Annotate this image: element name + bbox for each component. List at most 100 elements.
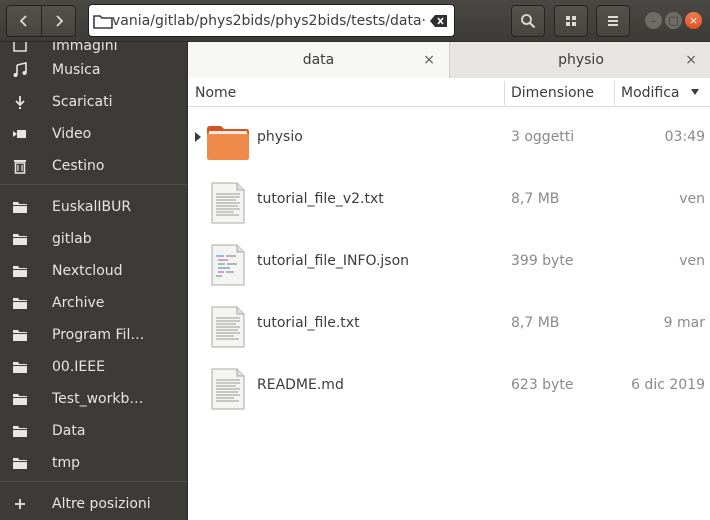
sidebar-item-label: Cestino — [52, 158, 105, 174]
text-file-icon — [211, 306, 245, 348]
tab-physio[interactable]: physio × — [451, 42, 710, 78]
sidebar-item-label: EuskalIBUR — [52, 199, 132, 215]
navigation-buttons — [6, 5, 76, 37]
file-row-tutorial-file-v2[interactable]: tutorial_file_v2.txt 8,7 MB ven — [188, 169, 710, 231]
hamburger-menu-icon — [608, 16, 618, 26]
file-row-tutorial-file[interactable]: tutorial_file.txt 8,7 MB 9 mar — [188, 293, 710, 355]
chevron-left-icon — [19, 15, 27, 27]
sidebar-item-label: Video — [52, 126, 92, 142]
sidebar-item-tmp[interactable]: tmp — [0, 447, 187, 479]
file-size: 623 byte — [511, 377, 574, 393]
column-header: Nome Dimensione Modifica — [188, 78, 710, 107]
column-label: Dimensione — [511, 84, 595, 101]
file-name: tutorial_file.txt — [257, 315, 360, 331]
sidebar-item-nextcloud[interactable]: Nextcloud — [0, 255, 187, 287]
sidebar-item-label: Altre posizioni — [52, 496, 151, 512]
column-label: Modifica — [621, 84, 680, 101]
sidebar-item-program-files[interactable]: Program Fil… — [0, 319, 187, 351]
file-modified: 03:49 — [664, 129, 705, 145]
sidebar-item-musica[interactable]: Musica — [0, 54, 187, 86]
plus-icon — [11, 495, 29, 513]
sidebar-item-cestino[interactable]: Cestino — [0, 150, 187, 182]
sidebar-item-scaricati[interactable]: Scaricati — [0, 86, 187, 118]
column-size-header[interactable]: Dimensione — [511, 78, 594, 107]
sidebar-item-gitlab[interactable]: gitlab — [0, 223, 187, 255]
folder-icon — [11, 262, 29, 280]
clear-icon[interactable] — [430, 14, 448, 28]
tab-label: physio — [558, 52, 604, 68]
sidebar: Immagini Musica Scaricati Video Cestino … — [0, 42, 187, 520]
sidebar-item-label: Musica — [52, 62, 101, 78]
maximize-button[interactable]: □ — [665, 12, 682, 29]
folder-icon — [207, 126, 249, 160]
sidebar-separator — [0, 184, 187, 185]
search-button[interactable] — [511, 5, 545, 37]
expand-arrow-icon[interactable] — [194, 132, 202, 142]
column-label: Nome — [195, 84, 237, 101]
close-tab-icon[interactable]: × — [423, 52, 435, 68]
file-size: 3 oggetti — [511, 129, 575, 145]
file-row-readme[interactable]: README.md 623 byte 6 dic 2019 — [188, 355, 710, 417]
column-separator[interactable] — [504, 81, 505, 105]
location-path[interactable]: ·ivania/gitlab/phys2bids/phys2bids/tests… — [113, 13, 426, 29]
folder-icon — [11, 454, 29, 472]
column-name-header[interactable]: Nome — [195, 78, 236, 107]
file-row-tutorial-file-info-json[interactable]: tutorial_file_INFO.json 399 byte ven — [188, 231, 710, 293]
minimize-button[interactable]: – — [645, 12, 662, 29]
folder-icon — [11, 390, 29, 408]
sort-descending-icon — [691, 89, 699, 95]
trash-icon — [11, 157, 29, 175]
download-icon — [11, 93, 29, 111]
sidebar-separator — [0, 481, 187, 482]
file-modified: ven — [679, 253, 705, 269]
grid-view-icon — [566, 16, 576, 26]
header-bar: ·ivania/gitlab/phys2bids/phys2bids/tests… — [0, 0, 710, 42]
file-modified: ven — [679, 191, 705, 207]
file-name: tutorial_file_v2.txt — [257, 191, 384, 207]
file-name: tutorial_file_INFO.json — [257, 253, 410, 269]
chevron-right-icon — [55, 15, 63, 27]
sidebar-item-label: tmp — [52, 455, 81, 471]
sidebar-item-label: Nextcloud — [52, 263, 123, 279]
folder-icon — [11, 326, 29, 344]
sidebar-item-label: Archive — [52, 295, 105, 311]
close-icon: × — [688, 14, 699, 27]
sidebar-item-test-workbench[interactable]: Test_workb… — [0, 383, 187, 415]
sidebar-item-other-locations[interactable]: Altre posizioni — [0, 488, 187, 520]
file-modified: 9 mar — [663, 315, 705, 331]
sidebar-item-video[interactable]: Video — [0, 118, 187, 150]
sidebar-item-data[interactable]: Data — [0, 415, 187, 447]
folder-icon — [11, 198, 29, 216]
close-window-button[interactable]: × — [685, 12, 702, 29]
file-name: physio — [257, 129, 303, 145]
file-name: README.md — [257, 377, 344, 393]
forward-button[interactable] — [41, 6, 75, 36]
file-row-physio[interactable]: physio 3 oggetti 03:49 — [188, 107, 710, 169]
sidebar-item-label: Scaricati — [52, 94, 113, 110]
video-icon — [11, 125, 29, 143]
sidebar-item-label: 00.IEEE — [52, 359, 105, 375]
text-file-icon — [211, 368, 245, 410]
sidebar-item-archive[interactable]: Archive — [0, 287, 187, 319]
sidebar-item-euskalibur[interactable]: EuskalIBUR — [0, 191, 187, 223]
file-size: 8,7 MB — [511, 191, 560, 207]
back-button[interactable] — [7, 6, 41, 36]
music-icon — [11, 61, 29, 79]
sidebar-item-label: Program Fil… — [52, 327, 145, 343]
tab-label: data — [302, 52, 335, 68]
folder-icon — [93, 14, 113, 29]
view-toggle-button[interactable] — [554, 5, 588, 37]
location-bar[interactable]: ·ivania/gitlab/phys2bids/phys2bids/tests… — [88, 4, 455, 37]
sidebar-item-label: Immagini — [52, 42, 118, 54]
tab-data[interactable]: data × — [188, 42, 450, 78]
close-tab-icon[interactable]: × — [685, 52, 697, 68]
menu-button[interactable] — [596, 5, 630, 37]
tab-bar: data × physio × — [188, 42, 710, 78]
file-size: 399 byte — [511, 253, 574, 269]
search-icon — [521, 14, 536, 29]
sidebar-item-00ieee[interactable]: 00.IEEE — [0, 351, 187, 383]
sidebar-item-label: gitlab — [52, 231, 92, 247]
maximize-icon: □ — [668, 14, 679, 27]
column-separator[interactable] — [614, 81, 615, 105]
folder-icon — [11, 358, 29, 376]
